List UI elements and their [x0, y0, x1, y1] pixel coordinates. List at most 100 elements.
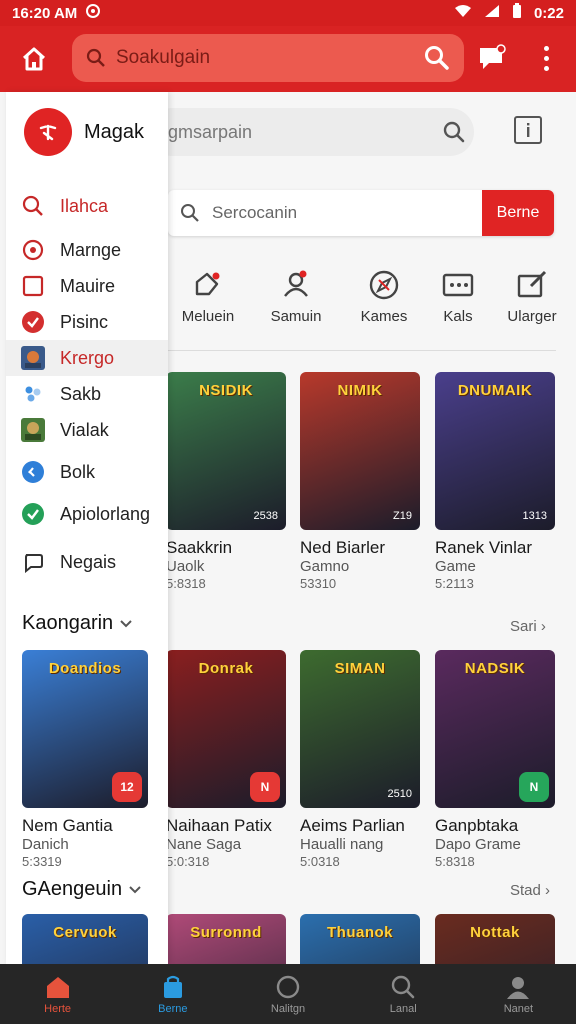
game-subtitle: Dapo Grame [435, 836, 521, 853]
drawer-item-7[interactable]: Bolk [6, 454, 168, 490]
game-title: Naihaan Patix [168, 816, 272, 835]
section2-game-card-1[interactable]: Surronnd [168, 914, 286, 964]
search-icon [86, 48, 105, 67]
featured-game-card-0[interactable]: NSIDIK 2538 Saakkrin Uaolk 5:8318 [168, 372, 286, 591]
bag-icon [163, 975, 182, 998]
thumbnail-title: SIMAN [334, 660, 386, 677]
category-item-0[interactable]: Meluein [168, 268, 248, 325]
thumbnail-title: NADSIK [464, 660, 526, 677]
search-button[interactable]: Berne [482, 190, 554, 236]
game-meta: 5:8318 [435, 854, 475, 869]
game-subtitle: Gamno [300, 558, 350, 575]
game-subtitle: Haualli nang [300, 836, 384, 853]
drawer-item-2[interactable]: Mauire [6, 268, 168, 304]
search-icon [6, 195, 60, 217]
game-thumbnail: NADSIK N [435, 650, 555, 808]
search-submit-icon[interactable] [424, 45, 450, 71]
drawer-item-label: Apiolorlang [60, 503, 151, 524]
game-meta: 5:0:318 [168, 854, 210, 869]
avatar [24, 108, 72, 156]
game-thumbnail: NIMIK Z19 [300, 372, 420, 530]
nav-label: Lanal [389, 1002, 417, 1015]
drawer-item-0[interactable]: Ilahca [6, 188, 168, 224]
category-item-2[interactable]: Kames [344, 268, 424, 325]
game-search-bar: Sercocanin Berne [168, 190, 554, 236]
featured-game-card-1[interactable]: NIMIK Z19 Ned Biarler Gamno 53310 [300, 372, 420, 591]
thumbnail-title: NIMIK [337, 382, 383, 399]
category-label: Ularger [507, 308, 557, 325]
section2-game-card-3[interactable]: Nottak [435, 914, 555, 964]
game-title: Saakkrin [168, 538, 233, 557]
nav-label: Nanet [503, 1002, 534, 1015]
file-size: 2510 [387, 788, 412, 800]
thumbnail-title: Cervuok [53, 924, 117, 941]
category-label: Samuin [270, 308, 322, 325]
game-search-input[interactable]: Sercocanin [212, 203, 482, 223]
section1-game-card-2[interactable]: SIMAN 2510 Aeims Parlian Haualli nang 5:… [300, 650, 420, 869]
file-size: Z19 [393, 510, 412, 522]
category-item-3[interactable]: Kals [418, 268, 498, 325]
category-item-4[interactable]: Ularger [492, 268, 572, 325]
main-content: gmsarpain Sercocanin Berne Meluein Samui… [168, 92, 576, 964]
drawer-item-1[interactable]: Marnge [6, 232, 168, 268]
nav-item-home[interactable]: Herte [0, 964, 115, 1024]
drawer-header[interactable]: Magak [6, 92, 168, 172]
info-button[interactable] [514, 116, 542, 144]
see-all-link[interactable]: Sari › [510, 618, 546, 635]
drawer-item-label: Mauire [60, 275, 116, 296]
chevron-down-icon [120, 619, 132, 627]
section-title-2[interactable]: GAengeuin [22, 878, 142, 901]
drawer-item-4[interactable]: Krergo [6, 340, 168, 376]
section-title-1[interactable]: Kaongarin [22, 612, 133, 635]
category-item-1[interactable]: Samuin [256, 268, 336, 325]
nav-item-notifications[interactable]: Nalitgn [230, 964, 345, 1024]
game-thumbnail: Thuanok [300, 914, 420, 964]
see-all-label: Stad [510, 882, 541, 899]
nav-item-search[interactable]: Lanal [346, 964, 461, 1024]
category-row: Meluein Samuin Kames Kals Ularger [168, 268, 576, 338]
info-icon [527, 123, 530, 137]
more-options-button[interactable] [534, 40, 558, 76]
search-icon [434, 120, 474, 144]
signal-icon [484, 4, 500, 22]
nav-item-profile[interactable]: Nanet [461, 964, 576, 1024]
drawer-item-label: Pisinc [60, 311, 109, 332]
header-search-input[interactable]: Soakulgain [72, 34, 464, 82]
chat-icon [6, 551, 60, 573]
game-thumbnail: Doandios 12 [22, 650, 148, 808]
tag-icon [195, 272, 220, 296]
home-button[interactable] [14, 41, 54, 77]
featured-game-card-2[interactable]: DNUMAIK 1313 Ranek Vinlar Game 5:2113 [435, 372, 555, 591]
section1-game-card-3[interactable]: NADSIK N Ganpbtaka Dapo Grame 5:8318 [435, 650, 555, 869]
drawer-item-6[interactable]: Vialak [6, 412, 168, 448]
status-right-time: 0:22 [533, 4, 564, 22]
check-shield-icon [6, 310, 60, 334]
game-title: Ned Biarler [300, 538, 386, 557]
game-thumbnail: Surronnd [168, 914, 286, 964]
section2-game-card-2[interactable]: Thuanok [300, 914, 420, 964]
section1-game-card-0[interactable]: Doandios 12 Nem Gantia Danich 5:3319 [22, 650, 148, 869]
file-size: 1313 [522, 510, 547, 522]
badge: N [250, 772, 280, 802]
chat-button[interactable] [474, 40, 510, 76]
drawer-item-8[interactable]: Apiolorlang [6, 496, 168, 532]
search-icon [168, 203, 212, 223]
game-meta: 5:8318 [168, 576, 206, 591]
section-title-label: GAengeuin [22, 878, 123, 900]
drawer-item-label: Marnge [60, 239, 122, 260]
game-title: Ranek Vinlar [435, 538, 533, 557]
game-title: Ganpbtaka [435, 816, 519, 835]
dots-icon [6, 383, 60, 405]
nav-item-games[interactable]: Berne [115, 964, 230, 1024]
drawer-item-5[interactable]: Sakb [6, 376, 168, 412]
check-circle-icon [6, 502, 60, 526]
thumbnail-title: Nottak [470, 924, 520, 941]
gamepad-icon [442, 273, 474, 297]
see-all-link[interactable]: Stad › [510, 882, 550, 899]
nav-label: Herte [44, 1002, 72, 1015]
drawer-item-3[interactable]: Pisinc [6, 304, 168, 340]
drawer-item-9[interactable]: Negais [6, 544, 168, 580]
section1-game-card-1[interactable]: Donrak N Naihaan Patix Nane Saga 5:0:318 [168, 650, 286, 869]
status-bar: 16:20 AM 0:22 [0, 0, 576, 26]
secondary-search-input[interactable]: gmsarpain [168, 108, 474, 156]
